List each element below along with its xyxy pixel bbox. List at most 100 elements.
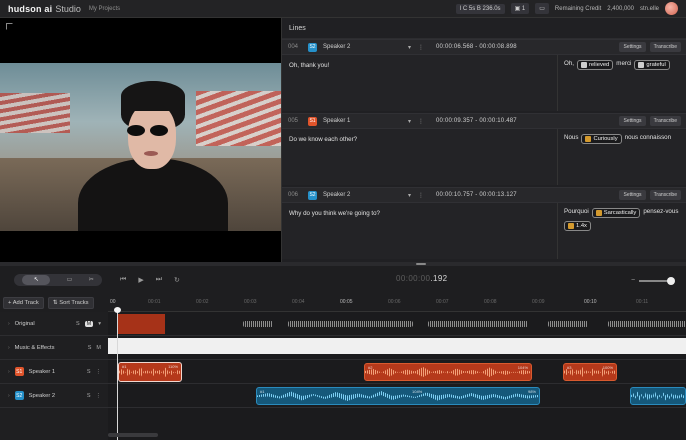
speaker-select[interactable]: Speaker 2 xyxy=(323,44,408,50)
mute-button[interactable]: M xyxy=(96,345,101,351)
cut-tool-icon[interactable]: ✂ xyxy=(89,276,94,283)
track-controls: S M xyxy=(88,345,101,351)
add-track-button[interactable]: + Add Track xyxy=(3,296,44,309)
track-speaker-2[interactable]: › S2 Speaker 2 S ⋮ #1 104% 98% xyxy=(0,384,686,408)
more-icon[interactable]: ⋮ xyxy=(96,369,102,375)
chevron-right-icon[interactable]: › xyxy=(8,369,10,375)
mute-button[interactable]: M xyxy=(84,320,94,327)
target-text[interactable]: Nous Curiously nous connaisson xyxy=(558,129,686,185)
emotion-tag[interactable]: Sarcastically xyxy=(591,208,641,218)
resize-handle[interactable] xyxy=(416,263,426,265)
line-header: 004 S2 Speaker 2 ▾ ⋮ 00:00:06.568 - 00:0… xyxy=(282,39,686,55)
track-speaker-1[interactable]: › S1 Speaker 1 S ⋮ #1 110% #2 104% #3 10… xyxy=(0,360,686,384)
playhead[interactable] xyxy=(117,309,118,440)
audio-clip[interactable]: #1 110% xyxy=(118,362,182,382)
playhead-handle[interactable] xyxy=(114,307,121,313)
loop-icon[interactable]: ↻ xyxy=(174,276,180,284)
line-item[interactable]: 006 S2 Speaker 2 ▾ ⋮ 00:00:10.757 - 00:0… xyxy=(282,187,686,259)
transcribe-button[interactable]: Transcribe xyxy=(649,190,681,200)
solo-button[interactable]: S xyxy=(87,393,91,399)
tool-selector[interactable]: ↖ ▭ ✂ xyxy=(14,273,102,286)
audio-clip[interactable]: #1 104% 98% xyxy=(256,387,540,405)
settings-button[interactable]: Settings xyxy=(619,190,646,200)
emotion-tag[interactable]: relieved xyxy=(576,60,614,70)
ruler-tick: 00:08 xyxy=(484,299,497,305)
track-header: › Original S M ▾ xyxy=(0,312,108,335)
my-projects-link[interactable]: My Projects xyxy=(89,6,120,12)
line-timecode[interactable]: 00:00:06.568 - 00:00:08.898 xyxy=(436,44,517,50)
line-item[interactable]: 004 S2 Speaker 2 ▾ ⋮ 00:00:06.568 - 00:0… xyxy=(282,39,686,111)
solo-button[interactable]: S xyxy=(87,369,91,375)
track-lane[interactable]: #1 110% #2 104% #3 100% xyxy=(108,360,686,383)
skip-back-icon[interactable]: ⏮ xyxy=(120,276,126,284)
more-icon[interactable]: ⋮ xyxy=(418,192,436,199)
display-icon[interactable]: ▭ xyxy=(535,3,549,14)
zoom-slider[interactable]: − xyxy=(631,276,676,285)
original-active-region[interactable] xyxy=(118,314,165,334)
chevron-down-icon[interactable]: ▾ xyxy=(408,192,418,199)
source-text[interactable]: Do we know each other? xyxy=(282,129,558,185)
target-word: pensez-vous xyxy=(643,208,679,215)
user-name[interactable]: stn.elle xyxy=(640,6,659,12)
chevron-right-icon[interactable]: › xyxy=(8,321,10,327)
track-lane[interactable] xyxy=(108,336,686,359)
zoom-track[interactable] xyxy=(639,276,676,285)
emotion-tag[interactable]: Curiously xyxy=(581,134,622,144)
music-effects-clip[interactable] xyxy=(108,338,686,354)
video-preview[interactable] xyxy=(0,18,281,262)
source-text[interactable]: Oh, thank you! xyxy=(282,55,558,111)
timeline-scrollbar[interactable] xyxy=(108,433,158,437)
chevron-down-icon[interactable]: ▾ xyxy=(408,44,418,51)
chevron-down-icon[interactable]: ▾ xyxy=(408,118,418,125)
settings-button[interactable]: Settings xyxy=(619,116,646,126)
source-text[interactable]: Why do you think we're going to? xyxy=(282,203,558,259)
speaker-badge: S1 xyxy=(14,367,24,376)
line-timecode[interactable]: 00:00:10.757 - 00:00:13.127 xyxy=(436,192,517,198)
play-icon[interactable]: ▶ xyxy=(138,276,143,284)
line-item[interactable]: 005 S1 Speaker 1 ▾ ⋮ 00:00:09.357 - 00:0… xyxy=(282,113,686,185)
expand-icon[interactable] xyxy=(6,23,13,30)
line-timecode[interactable]: 00:00:09.357 - 00:00:10.487 xyxy=(436,118,517,124)
speaker-select[interactable]: Speaker 2 xyxy=(323,192,408,198)
avatar[interactable] xyxy=(665,2,678,15)
track-lane[interactable] xyxy=(108,312,686,335)
add-track-label: Add Track xyxy=(12,299,39,306)
track-original[interactable]: › Original S M ▾ xyxy=(0,312,686,336)
audio-clip[interactable]: #3 100% xyxy=(563,363,617,381)
ruler-tick: 00:01 xyxy=(148,299,161,305)
solo-button[interactable]: S xyxy=(88,345,92,351)
usage-info[interactable]: I C 5s B 236.0s xyxy=(455,3,505,14)
target-text[interactable]: Oh, relieved merci grateful xyxy=(558,55,686,111)
transcribe-button[interactable]: Transcribe xyxy=(649,116,681,126)
select-tool-icon[interactable]: ↖ xyxy=(22,274,51,285)
waveform xyxy=(243,320,273,327)
target-text[interactable]: Pourquoi Sarcastically pensez-vous 1.4x xyxy=(558,203,686,259)
settings-button[interactable]: Settings xyxy=(619,42,646,52)
audio-clip[interactable] xyxy=(630,387,686,405)
skip-forward-icon[interactable]: ⏭ xyxy=(156,276,162,284)
track-music-effects[interactable]: › Music & Effects S M xyxy=(0,336,686,360)
track-header-empty xyxy=(0,408,108,440)
remaining-credit-label: Remaining Credit xyxy=(554,5,602,12)
zoom-out-icon[interactable]: − xyxy=(631,277,635,284)
range-tool-icon[interactable]: ▭ xyxy=(67,276,73,283)
more-icon[interactable]: ⋮ xyxy=(418,44,436,51)
emotion-tag[interactable]: grateful xyxy=(634,60,670,70)
transcribe-button[interactable]: Transcribe xyxy=(649,42,681,52)
more-icon[interactable]: ⋮ xyxy=(96,393,102,399)
line-number: 005 xyxy=(288,118,299,124)
more-icon[interactable]: ⋮ xyxy=(418,118,436,125)
track-lane[interactable]: #1 104% 98% xyxy=(108,384,686,407)
speaker-select[interactable]: Speaker 1 xyxy=(323,118,408,124)
chevron-right-icon[interactable]: › xyxy=(8,345,10,351)
time-ruler[interactable]: 00 00:01 00:02 00:03 00:04 00:05 00:06 0… xyxy=(108,293,686,312)
sort-tracks-button[interactable]: ⇅ Sort Tracks xyxy=(47,296,94,309)
solo-button[interactable]: S xyxy=(76,321,80,327)
audio-clip[interactable]: #2 104% xyxy=(364,363,532,381)
chevron-right-icon[interactable]: › xyxy=(8,393,10,399)
zoom-knob[interactable] xyxy=(667,276,676,285)
chevron-down-icon[interactable]: ▾ xyxy=(98,321,101,327)
app-logo[interactable]: hudson ai xyxy=(8,4,52,14)
notifications-badge[interactable]: ▣ 1 xyxy=(510,3,530,14)
speed-tag[interactable]: 1.4x xyxy=(564,221,591,231)
